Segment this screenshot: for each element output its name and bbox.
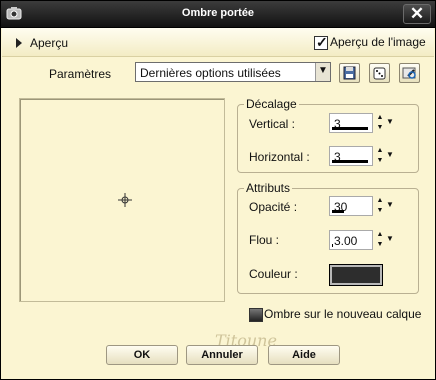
new-layer-checkbox[interactable] bbox=[249, 308, 263, 322]
arrow-up-icon[interactable]: ▲ bbox=[375, 196, 385, 206]
cancel-button[interactable]: Annuler bbox=[186, 345, 258, 365]
horizontal-updown[interactable]: ▲ ▼ bbox=[375, 146, 385, 166]
presets-value: Dernières options utilisées bbox=[140, 66, 281, 80]
window-title: Ombre portée bbox=[181, 7, 255, 19]
color-swatch[interactable] bbox=[329, 264, 383, 286]
opacity-updown[interactable]: ▲ ▼ bbox=[375, 196, 385, 216]
opacity-spinner[interactable]: 30 ▲ ▼ ▼ bbox=[329, 196, 397, 216]
preview-toggle-label: Aperçu bbox=[30, 36, 69, 50]
blur-input[interactable]: 3.00 bbox=[329, 230, 373, 250]
horizontal-label: Horizontal : bbox=[249, 150, 310, 164]
opacity-level-bar bbox=[332, 210, 344, 213]
blur-spinner[interactable]: 3.00 ▲ ▼ ▼ bbox=[329, 230, 397, 250]
blur-updown[interactable]: ▲ ▼ bbox=[375, 230, 385, 250]
dialog-window: Ombre portée ✕ Aperçu ✓ Aperçu de l'imag… bbox=[0, 0, 436, 380]
checkmark-icon: ✓ bbox=[316, 34, 328, 50]
opacity-label: Opacité : bbox=[249, 200, 298, 214]
vertical-label: Vertical : bbox=[249, 117, 296, 131]
close-button[interactable]: ✕ bbox=[403, 4, 431, 24]
blur-label: Flou : bbox=[249, 233, 280, 247]
presets-label: Paramètres bbox=[49, 67, 112, 81]
close-icon: ✕ bbox=[409, 4, 425, 23]
title-bar[interactable]: Ombre portée ✕ bbox=[1, 1, 435, 28]
horizontal-level-bar bbox=[332, 160, 368, 163]
horizontal-spinner[interactable]: 3 ▲ ▼ ▼ bbox=[329, 146, 397, 166]
arrow-down-icon[interactable]: ▼ bbox=[375, 206, 385, 216]
floppy-disk-icon bbox=[343, 66, 356, 80]
expand-triangle-icon bbox=[16, 38, 22, 48]
opacity-input[interactable]: 30 bbox=[329, 196, 373, 216]
image-preview-label: Aperçu de l'image bbox=[330, 35, 426, 49]
blur-level-bar bbox=[332, 244, 333, 247]
randomize-button[interactable] bbox=[369, 63, 390, 83]
dropdown-arrow-button[interactable]: ▼ bbox=[315, 63, 330, 81]
dropdown-arrow-icon[interactable]: ▼ bbox=[386, 117, 394, 126]
dropdown-arrow-icon[interactable]: ▼ bbox=[386, 234, 394, 243]
ok-button[interactable]: OK bbox=[106, 345, 178, 365]
reset-icon bbox=[402, 67, 416, 79]
arrow-down-icon[interactable]: ▼ bbox=[375, 123, 385, 133]
vertical-spinner[interactable]: 3 ▲ ▼ ▼ bbox=[329, 113, 397, 133]
dropdown-arrow-icon[interactable]: ▼ bbox=[386, 150, 394, 159]
preview-toggle-button[interactable]: Aperçu bbox=[12, 34, 80, 52]
arrow-down-icon[interactable]: ▼ bbox=[375, 240, 385, 250]
move-cursor-icon bbox=[118, 193, 132, 207]
image-preview-option[interactable]: ✓ Aperçu de l'image bbox=[314, 34, 434, 52]
horizontal-input[interactable]: 3 bbox=[329, 146, 373, 166]
dropdown-arrow-icon[interactable]: ▼ bbox=[386, 200, 394, 209]
image-preview-checkbox[interactable]: ✓ bbox=[314, 34, 328, 50]
arrow-up-icon[interactable]: ▲ bbox=[375, 146, 385, 156]
arrow-up-icon[interactable]: ▲ bbox=[375, 230, 385, 240]
preview-area[interactable] bbox=[19, 98, 225, 302]
attributes-group-title: Attributs bbox=[244, 181, 293, 195]
arrow-up-icon[interactable]: ▲ bbox=[375, 113, 385, 123]
vertical-level-bar bbox=[332, 127, 368, 130]
vertical-input[interactable]: 3 bbox=[329, 113, 373, 133]
dice-icon bbox=[373, 67, 386, 80]
blur-value: 3.00 bbox=[334, 234, 358, 248]
help-button[interactable]: Aide bbox=[268, 345, 340, 365]
new-layer-label: Ombre sur le nouveau calque bbox=[264, 307, 422, 321]
color-label: Couleur : bbox=[249, 267, 298, 281]
presets-dropdown[interactable]: Dernières options utilisées ▼ bbox=[135, 62, 331, 82]
reset-button[interactable] bbox=[399, 63, 420, 83]
chevron-down-icon: ▼ bbox=[318, 65, 328, 76]
vertical-updown[interactable]: ▲ ▼ bbox=[375, 113, 385, 133]
preview-toolbar: Aperçu ✓ Aperçu de l'image bbox=[2, 28, 434, 57]
offset-group-title: Décalage bbox=[244, 97, 299, 111]
arrow-down-icon[interactable]: ▼ bbox=[375, 156, 385, 166]
save-preset-button[interactable] bbox=[339, 63, 360, 83]
